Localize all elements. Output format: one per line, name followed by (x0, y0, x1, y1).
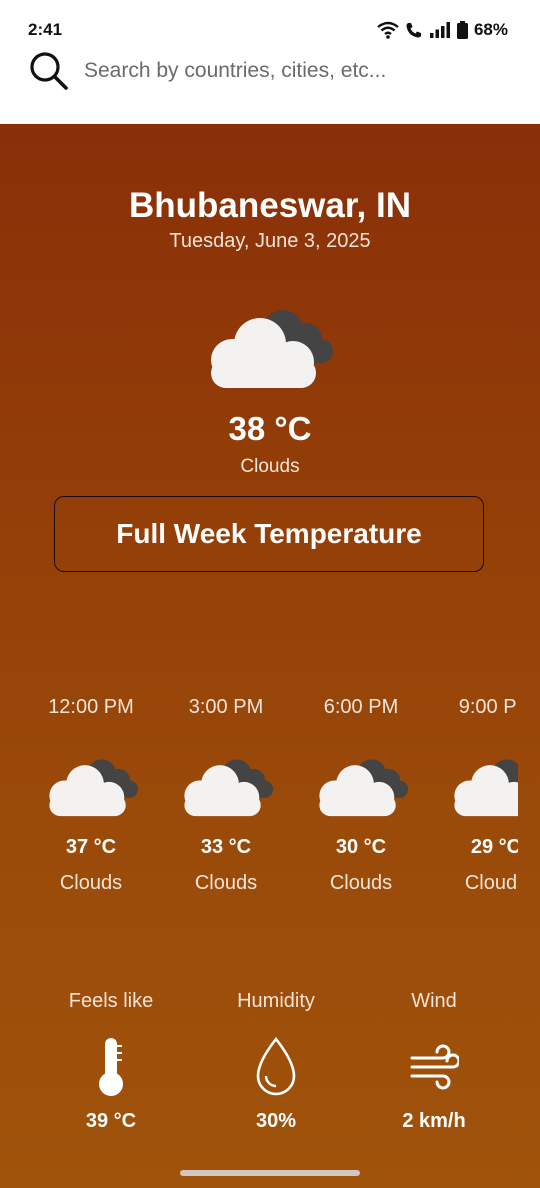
current-condition: Clouds (240, 456, 300, 477)
city-name: Bhubaneswar, IN (128, 186, 412, 225)
hourly-temperature: 30 °C (335, 836, 387, 858)
feels-like-label: Feels like (68, 990, 154, 1012)
wind-label: Wind (411, 990, 457, 1012)
hourly-temperature: 33 °C (200, 836, 252, 858)
current-temperature: 38 °C (228, 410, 312, 447)
water-drop-icon (256, 1036, 296, 1096)
battery-icon (456, 21, 468, 39)
humidity-value: 30% (255, 1110, 297, 1132)
call-icon (406, 23, 421, 38)
feels-like-value: 39 °C (85, 1110, 137, 1132)
battery-percent: 68% (473, 20, 508, 39)
full-week-button[interactable]: Full Week Temperature (54, 496, 484, 572)
current-date: Tuesday, June 3, 2025 (169, 230, 371, 252)
search-icon[interactable] (28, 50, 70, 92)
signal-icon (429, 22, 450, 38)
weather-panel: Bhubaneswar, IN Tuesday, June 3, 2025 38… (0, 124, 540, 1188)
humidity-label: Humidity (237, 990, 315, 1012)
home-indicator[interactable] (180, 1170, 360, 1176)
hourly-temperature: 37 °C (65, 836, 117, 858)
hourly-time: 6:00 PM (323, 696, 399, 718)
hourly-forecast[interactable]: 12:00 PM 37 °C Clouds 3:00 PM 33 °C Clou… (0, 684, 518, 924)
weather-details: Feels like 39 °C Humidity 30% Wind 2 km/… (0, 984, 540, 1144)
hourly-condition: Clouds (194, 872, 258, 894)
status-bar: 2:41 68% (0, 0, 540, 48)
wind-value: 2 km/h (402, 1110, 466, 1132)
hourly-condition: Clouds (59, 872, 123, 894)
cloud-icon (184, 759, 274, 817)
search-input[interactable] (84, 54, 504, 88)
hourly-time: 3:00 PM (188, 696, 264, 718)
cloud-icon (454, 759, 518, 817)
hourly-time: 9:00 PM (458, 696, 518, 718)
status-icons: 68% (377, 20, 508, 40)
hourly-condition: Clouds (464, 872, 518, 894)
search-bar (0, 48, 540, 124)
hourly-condition: Clouds (329, 872, 393, 894)
hourly-time: 12:00 PM (48, 696, 134, 718)
cloud-icon (49, 759, 139, 817)
wifi-icon (377, 21, 399, 39)
cloud-icon (319, 759, 409, 817)
status-time: 2:41 (28, 20, 63, 39)
wind-icon (410, 1044, 459, 1090)
hourly-temperature: 29 °C (470, 836, 518, 858)
cloud-icon (211, 310, 333, 388)
thermometer-icon (99, 1038, 123, 1096)
